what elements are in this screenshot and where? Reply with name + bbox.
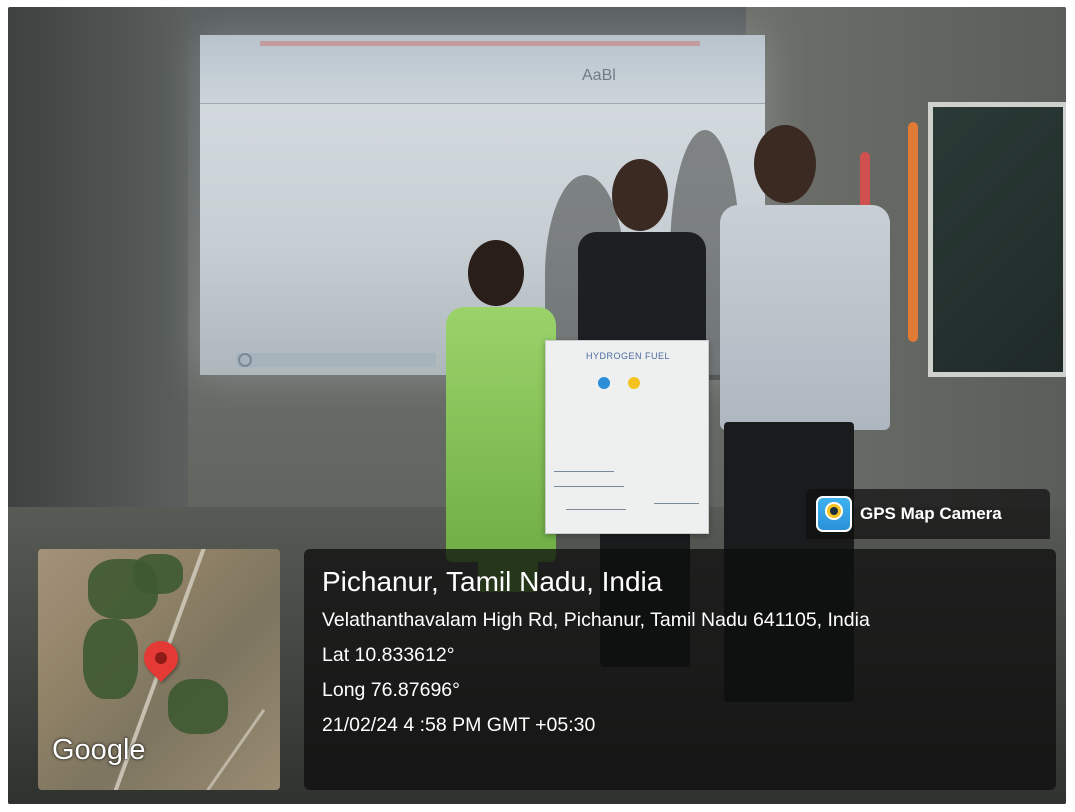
place-title: Pichanur, Tamil Nadu, India [322,566,663,597]
location-info-panel: Pichanur, Tamil Nadu, India Velathanthav… [304,549,1056,790]
gps-map-camera-brand: GPS Map Camera [806,489,1050,539]
datetime-line: 21/02/24 4 :58 PM GMT +05:30 [322,714,596,736]
poster-text-line [554,486,624,487]
longitude-line: Long 76.87696° [322,679,460,701]
tree-patch [168,679,228,734]
poster-yellow-dot [628,377,640,389]
map-pin-icon [136,633,186,683]
gps-map-camera-logo-icon [816,496,852,532]
hydrogen-fuel-poster: HYDROGEN FUEL [545,340,709,534]
address-line: Velathanthavalam High Rd, Pichanur, Tami… [322,609,870,631]
projected-taskbar [236,353,436,367]
poster-title: HYDROGEN FUEL [586,351,671,361]
left-wall [8,7,188,567]
tree-patch [83,619,138,699]
latitude-line: Lat 10.833612° [322,644,455,666]
chalkboard [928,102,1066,377]
projected-start-icon [238,353,252,367]
tree-patch [133,554,183,594]
map-thumbnail: Google [38,549,280,790]
projected-style-text: AaBl [582,67,616,84]
poster-text-line [554,471,614,472]
poster-text-line [566,509,626,510]
projected-ribbon: AaBl [200,35,765,104]
poster-blue-dot [598,377,610,389]
poster-text-line [654,503,699,504]
google-attribution: Google [52,734,146,766]
brand-label: GPS Map Camera [860,504,1002,523]
decoration-ribbon [908,122,918,342]
